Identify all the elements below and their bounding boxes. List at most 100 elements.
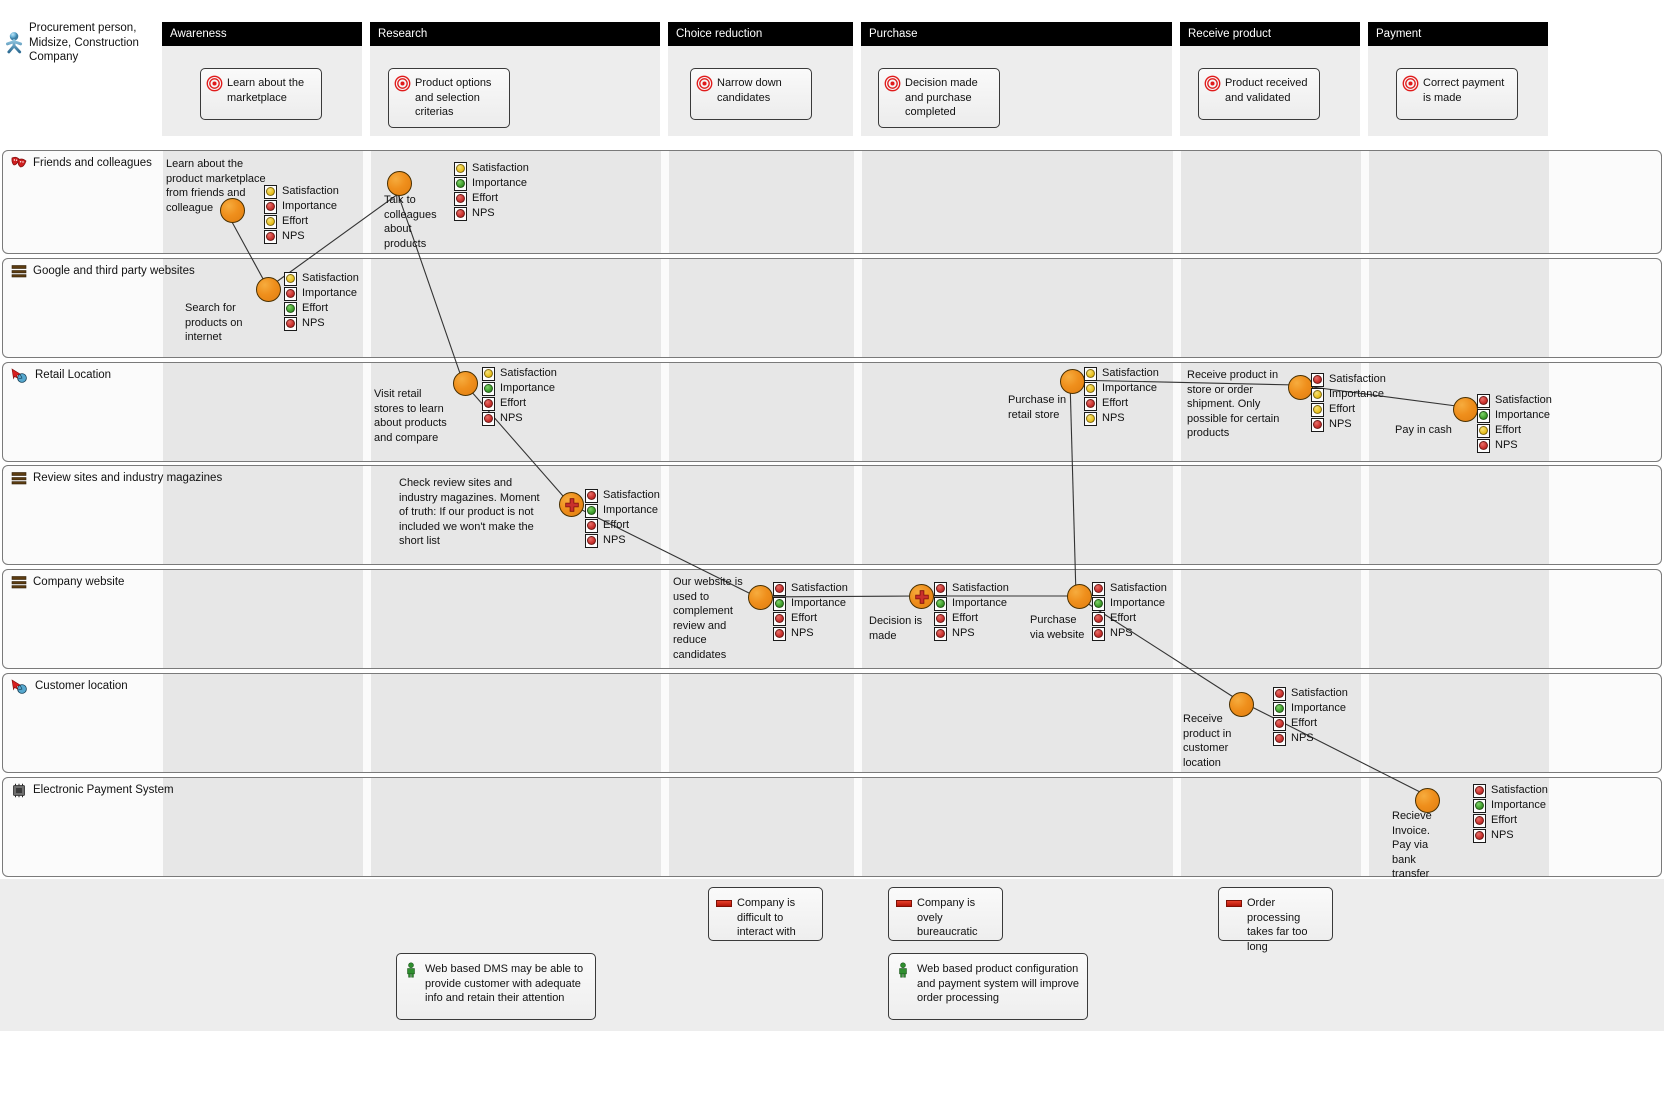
- touchpoint-label: Decision is made: [869, 615, 923, 642]
- metric-swatch: [454, 206, 467, 221]
- metric-satisfaction: Satisfaction: [1273, 686, 1348, 701]
- metric-swatch: [585, 533, 598, 548]
- lane-review-sites-and-industry-magazines[interactable]: Review sites and industry magazines Chec…: [2, 465, 1662, 565]
- metric-swatch: [454, 161, 467, 176]
- metric-effort: Effort: [482, 396, 557, 411]
- touchpoint-dot[interactable]: [387, 171, 412, 196]
- pain-point-text: Company is difficult to interact with: [737, 897, 796, 938]
- metric-nps: NPS: [264, 229, 339, 244]
- metric-swatch: [1311, 402, 1324, 417]
- goal-box-choice-reduction[interactable]: Narrow down candidates: [690, 68, 812, 120]
- metric-satisfaction: Satisfaction: [482, 366, 557, 381]
- metric-swatch: [454, 176, 467, 191]
- lane-label: Electronic Payment System: [33, 784, 174, 796]
- touchpoint-dot[interactable]: [1288, 375, 1313, 400]
- lane-retail-location[interactable]: Retail Location Visit retail stores to l…: [2, 362, 1662, 462]
- metric-swatch: [1092, 626, 1105, 641]
- metric-nps: NPS: [284, 316, 359, 331]
- goal-box-receive-product[interactable]: Product received and validated: [1198, 68, 1320, 120]
- metric-swatch: [482, 396, 495, 411]
- metric-effort: Effort: [284, 301, 359, 316]
- metric-swatch: [934, 611, 947, 626]
- metric-importance: Importance: [1477, 408, 1552, 423]
- goal-box-purchase[interactable]: Decision made and purchase completed: [878, 68, 1000, 128]
- metric-importance: Importance: [1273, 701, 1348, 716]
- metric-swatch: [585, 518, 598, 533]
- metric-stack: Satisfaction Importance Effort NPS: [934, 581, 1009, 641]
- metric-importance: Importance: [1092, 596, 1167, 611]
- phase-header-receive-product[interactable]: Receive product: [1180, 22, 1360, 46]
- pain-point-box[interactable]: Company is ovely bureaucratic: [888, 887, 1003, 941]
- phase-header-research[interactable]: Research: [370, 22, 660, 46]
- touchpoint-dot[interactable]: [453, 371, 478, 396]
- lane-bands: [3, 363, 1661, 461]
- metric-stack: Satisfaction Importance Effort NPS: [482, 366, 557, 426]
- metric-swatch: [1273, 716, 1286, 731]
- metric-swatch: [1473, 783, 1486, 798]
- pain-point-box[interactable]: Company is difficult to interact with: [708, 887, 823, 941]
- phase-header-choice-reduction[interactable]: Choice reduction: [668, 22, 853, 46]
- touchpoint-dot[interactable]: [1229, 692, 1254, 717]
- goal-box-research[interactable]: Product options and selection criterias: [388, 68, 510, 128]
- touchpoint-dot[interactable]: [1415, 788, 1440, 813]
- lane-friends-and-colleagues[interactable]: Friends and colleagues Learn about the p…: [2, 150, 1662, 254]
- goal-box-payment[interactable]: Correct payment is made: [1396, 68, 1518, 120]
- touchpoint-dot[interactable]: [1067, 584, 1092, 609]
- metric-nps: NPS: [934, 626, 1009, 641]
- target-icon: [884, 75, 901, 92]
- metric-stack: Satisfaction Importance Effort NPS: [1311, 372, 1386, 432]
- metric-effort: Effort: [454, 191, 529, 206]
- touchpoint-dot[interactable]: [220, 198, 245, 223]
- lane-electronic-payment-system[interactable]: Electronic Payment System Recieve Invoic…: [2, 777, 1662, 880]
- touchpoint-label: Pay in cash: [1395, 424, 1452, 436]
- lane-customer-location[interactable]: Customer location Receive product in cus…: [2, 673, 1662, 773]
- phase-header-payment[interactable]: Payment: [1368, 22, 1548, 46]
- metric-stack: Satisfaction Importance Effort NPS: [773, 581, 848, 641]
- lane-google-and-third-party-websites[interactable]: Google and third party websites Search f…: [2, 258, 1662, 358]
- opportunity-box[interactable]: Web based product configuration and paym…: [888, 953, 1088, 1020]
- metric-nps: NPS: [1273, 731, 1348, 746]
- touchpoint-dot-moment-of-truth[interactable]: [909, 584, 934, 609]
- touchpoint-label: Search for products on internet: [185, 302, 243, 343]
- metric-stack: Satisfaction Importance Effort NPS: [264, 184, 339, 244]
- metric-swatch: [264, 229, 277, 244]
- touchpoint-dot[interactable]: [256, 277, 281, 302]
- location-icon: [11, 679, 27, 694]
- metric-nps: NPS: [1311, 417, 1386, 432]
- touchpoint-label: Purchase in retail store: [1008, 394, 1067, 421]
- metric-swatch: [284, 301, 297, 316]
- moment-of-truth-icon: [564, 497, 579, 512]
- metric-nps: NPS: [1084, 411, 1159, 426]
- phase-header-awareness[interactable]: Awareness: [162, 22, 362, 46]
- metric-satisfaction: Satisfaction: [585, 488, 660, 503]
- metric-satisfaction: Satisfaction: [264, 184, 339, 199]
- phase-header-purchase[interactable]: Purchase: [861, 22, 1172, 46]
- metric-effort: Effort: [264, 214, 339, 229]
- metric-swatch: [1477, 408, 1490, 423]
- metric-effort: Effort: [1473, 813, 1548, 828]
- metric-swatch: [1473, 798, 1486, 813]
- opportunity-text: Web based product configuration and paym…: [917, 963, 1080, 1004]
- touchpoint-dot[interactable]: [1453, 397, 1478, 422]
- metric-swatch: [1311, 417, 1324, 432]
- metric-nps: NPS: [1473, 828, 1548, 843]
- metric-swatch: [1084, 366, 1097, 381]
- lane-company-website[interactable]: Company website Our website is used to c…: [2, 569, 1662, 669]
- metric-effort: Effort: [773, 611, 848, 626]
- metric-swatch: [773, 596, 786, 611]
- touchpoint-dot[interactable]: [1060, 369, 1085, 394]
- metric-swatch: [1477, 438, 1490, 453]
- goal-text: Product options and selection criterias: [415, 77, 492, 118]
- target-icon: [696, 75, 713, 92]
- pain-bar-icon: [896, 900, 912, 907]
- lane-title-company-website: Company website: [11, 575, 124, 590]
- opportunity-box[interactable]: Web based DMS may be able to provide cus…: [396, 953, 596, 1020]
- metric-effort: Effort: [1477, 423, 1552, 438]
- pain-point-box[interactable]: Order processing takes far too long: [1218, 887, 1333, 953]
- touchpoint-dot-moment-of-truth[interactable]: [559, 492, 584, 517]
- goal-box-awareness[interactable]: Learn about the marketplace: [200, 68, 322, 120]
- metric-swatch: [1473, 813, 1486, 828]
- touchpoint-dot[interactable]: [748, 585, 773, 610]
- metric-importance: Importance: [284, 286, 359, 301]
- touchpoint-label: Receive product in store or order shipme…: [1187, 369, 1280, 439]
